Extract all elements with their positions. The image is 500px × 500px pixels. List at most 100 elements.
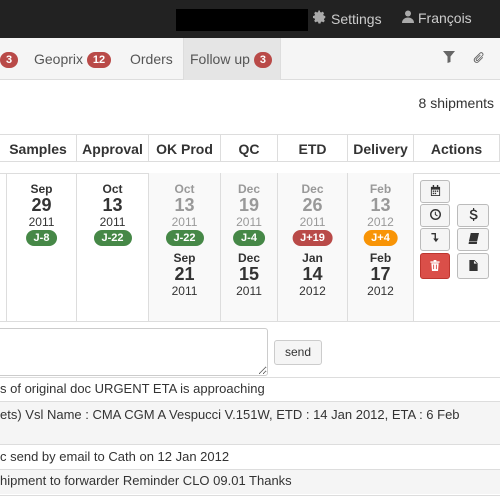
date-year: 2012 xyxy=(299,284,326,298)
tab-label: Follow up xyxy=(190,51,250,67)
col-header-approval[interactable]: Approval xyxy=(76,134,148,162)
status-badge: J+4 xyxy=(363,230,398,246)
col-header-okprod[interactable]: OK Prod xyxy=(148,134,220,162)
planned-date-okprod: Oct 13 2011 xyxy=(149,183,220,228)
comment-item: ets) Vsl Name : CMA CGM A Vespucci V.151… xyxy=(0,402,500,444)
date-day: 13 xyxy=(174,195,195,215)
date-year: 2012 xyxy=(367,215,394,229)
date-year: 2011 xyxy=(171,284,198,298)
calendar-button[interactable] xyxy=(420,180,450,203)
user-menu[interactable]: François xyxy=(402,10,472,26)
date-month: Oct xyxy=(102,182,123,196)
date-month: Feb xyxy=(369,251,392,265)
actual-date-qc: Dec 15 2011 xyxy=(221,252,277,297)
cell-samples: Sep 29 2011 J-8 xyxy=(6,173,76,321)
col-header-delivery[interactable]: Delivery xyxy=(347,134,413,162)
status-badge: J-22 xyxy=(93,230,132,246)
filter-button[interactable] xyxy=(443,51,455,66)
trash-icon xyxy=(430,259,440,274)
gear-icon xyxy=(313,10,327,27)
date-year: 2011 xyxy=(299,215,326,229)
planned-date-etd: Dec 26 2011 xyxy=(278,183,347,228)
tab-badge: 3 xyxy=(253,52,272,68)
col-header-samples[interactable]: Samples xyxy=(0,134,76,162)
comment-item: hipment to forwarder Reminder CLO 09.01 … xyxy=(0,470,500,494)
clock-icon xyxy=(429,208,441,223)
tab-geoprix[interactable]: Geoprix 12 xyxy=(28,38,117,80)
delete-button[interactable] xyxy=(420,253,450,279)
send-button[interactable]: send xyxy=(274,340,322,365)
cell-okprod: Oct 13 2011 J-22 Sep 21 2011 xyxy=(148,173,220,321)
tab-bar: 3 Geoprix 12 Orders Follow up 3 xyxy=(0,38,500,80)
actual-date-okprod: Sep 21 2011 xyxy=(149,252,220,297)
row-divider xyxy=(0,444,500,445)
planned-date-delivery: Feb 13 2012 xyxy=(348,183,413,228)
date-year: 2011 xyxy=(28,215,55,229)
cell-etd: Dec 26 2011 J+19 Jan 14 2012 xyxy=(277,173,347,321)
settings-link[interactable]: Settings xyxy=(313,10,382,27)
date-day: 21 xyxy=(174,264,195,284)
date-day: 17 xyxy=(370,264,391,284)
user-name: François xyxy=(418,10,472,26)
date-month: Feb xyxy=(369,182,392,196)
shipment-count: 8 shipments xyxy=(418,95,494,111)
date-day: 26 xyxy=(302,195,323,215)
date-month: Sep xyxy=(173,251,196,265)
cell-delivery: Feb 13 2012 J+4 Feb 17 2012 xyxy=(347,173,413,321)
col-header-etd[interactable]: ETD xyxy=(277,134,347,162)
date-day: 19 xyxy=(238,195,260,215)
tab-badge: 12 xyxy=(86,52,112,68)
status-badge: J-22 xyxy=(165,230,204,246)
actual-date-etd: Jan 14 2012 xyxy=(278,252,347,297)
status-badge: J-8 xyxy=(25,230,58,246)
date-month: Oct xyxy=(174,182,195,196)
date-month: Sep xyxy=(30,182,53,196)
cell-approval: Oct 13 2011 J-22 xyxy=(76,173,148,321)
calendar-icon xyxy=(430,184,441,199)
date-year: 2011 xyxy=(171,215,198,229)
comment-item: s of original doc URGENT ETA is approach… xyxy=(0,381,265,396)
planned-date-qc: Dec 19 2011 xyxy=(221,183,277,228)
date-month: Dec xyxy=(237,182,260,196)
reminder-button[interactable] xyxy=(420,204,450,227)
user-icon xyxy=(402,10,414,26)
col-header-qc[interactable]: QC xyxy=(220,134,277,162)
date-samples: Sep 29 2011 xyxy=(7,183,76,228)
tab-badge: 3 xyxy=(0,52,19,68)
date-month: Dec xyxy=(301,182,324,196)
date-day: 13 xyxy=(102,195,123,215)
price-button[interactable] xyxy=(457,204,489,227)
tab-follow-up[interactable]: Follow up 3 xyxy=(183,38,281,80)
row-divider xyxy=(0,377,500,378)
comment-text: ets) Vsl Name : CMA CGM A Vespucci V.151… xyxy=(0,407,460,422)
tab-label: Orders xyxy=(130,51,173,67)
cell-qc: Dec 19 2011 J-4 Dec 15 2011 xyxy=(220,173,277,321)
paperclip-icon xyxy=(473,52,485,68)
file-icon xyxy=(468,259,478,274)
date-day: 15 xyxy=(238,264,260,284)
row-divider xyxy=(0,495,500,496)
dollar-icon xyxy=(469,207,478,224)
date-day: 29 xyxy=(31,195,52,215)
attachment-button[interactable] xyxy=(473,51,485,68)
document-button[interactable] xyxy=(457,253,489,279)
tab-partial[interactable]: 3 xyxy=(0,38,24,80)
filter-icon xyxy=(443,51,455,66)
redirect-button[interactable] xyxy=(420,228,450,251)
date-day: 14 xyxy=(302,264,323,284)
tab-label: Geoprix xyxy=(34,51,84,67)
book-button[interactable] xyxy=(457,228,489,251)
settings-label: Settings xyxy=(331,10,382,27)
date-day: 13 xyxy=(370,195,391,215)
actual-date-delivery: Feb 17 2012 xyxy=(348,252,413,297)
date-year: 2011 xyxy=(99,215,126,229)
date-month: Dec xyxy=(237,251,260,265)
redacted-area xyxy=(176,9,308,31)
tab-orders[interactable]: Orders xyxy=(124,38,179,80)
comment-input[interactable] xyxy=(0,328,268,376)
date-approval: Oct 13 2011 xyxy=(77,183,148,228)
status-badge: J+19 xyxy=(292,230,333,246)
date-month: Jan xyxy=(302,251,323,265)
comment-item: c send by email to Cath on 12 Jan 2012 xyxy=(0,449,230,464)
date-year: 2011 xyxy=(236,215,262,229)
